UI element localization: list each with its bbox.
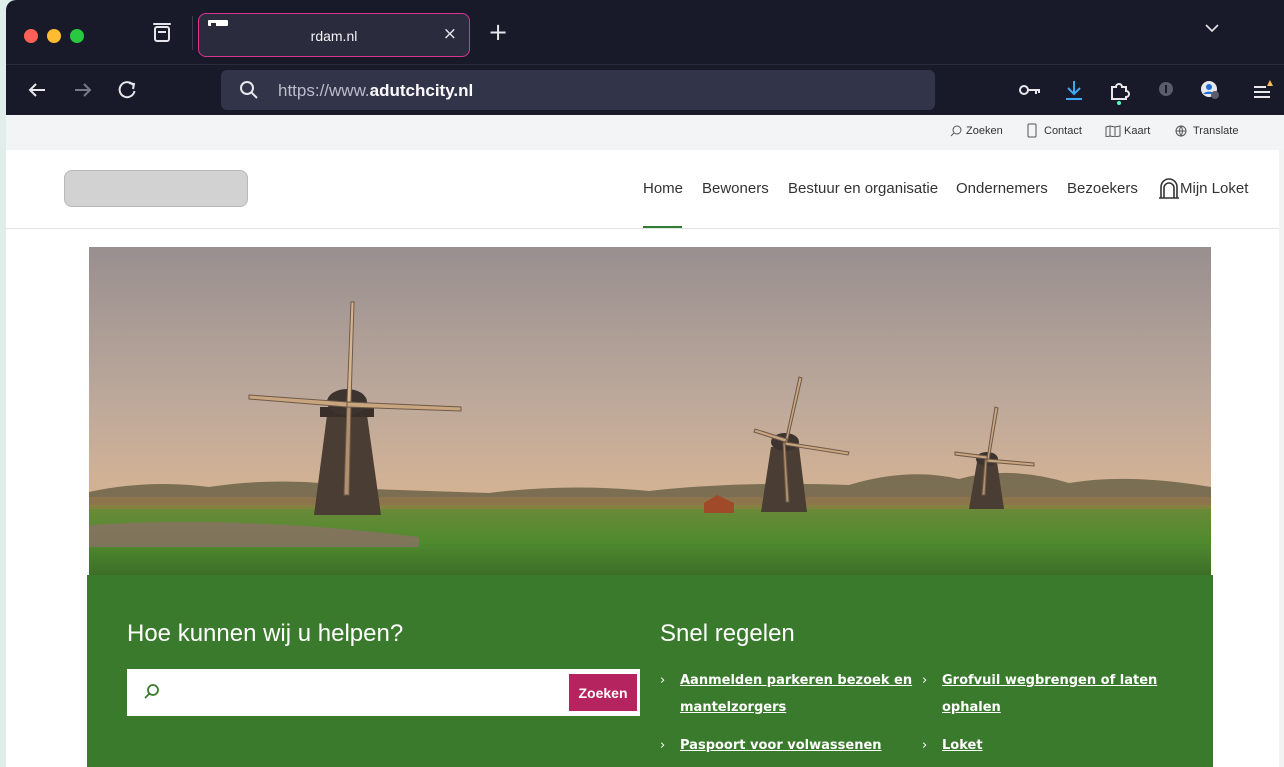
divider	[192, 16, 193, 50]
tab-active[interactable]: rdam.nl ×	[198, 13, 470, 57]
menu-item-bestuur[interactable]: Bestuur en organisatie	[788, 180, 938, 197]
reload-icon[interactable]	[116, 79, 138, 101]
new-tab-button[interactable]: +	[488, 20, 508, 44]
menu-active-indicator	[643, 226, 682, 228]
zoom-window-button[interactable]	[70, 29, 84, 43]
url-text[interactable]: https://www.adutchcity.nl	[278, 81, 473, 101]
help-heading: Hoe kunnen wij u helpen?	[127, 620, 404, 647]
hero-image	[89, 247, 1211, 580]
page-scrollbar[interactable]	[1279, 150, 1284, 767]
menu-item-bezoekers[interactable]: Bezoekers	[1067, 180, 1138, 197]
minimize-window-button[interactable]	[47, 29, 61, 43]
menu-item-home[interactable]: Home	[643, 180, 683, 197]
utility-map-link[interactable]: Kaart	[1124, 125, 1150, 137]
site-header: Home Bewoners Bestuur en organisatie Ond…	[6, 150, 1284, 229]
browser-window: rdam.nl × + https://www.adutchcity.nl Zo…	[6, 0, 1284, 767]
quick-heading: Snel regelen	[660, 620, 795, 647]
quick-link-label[interactable]: Grofvuil wegbrengen of laten	[942, 667, 1157, 694]
nav-bar: https://www.adutchcity.nl	[6, 64, 1284, 115]
tab-bar: rdam.nl × +	[6, 0, 1284, 64]
quick-link-label[interactable]: mantelzorgers	[680, 694, 786, 721]
tab-title: rdam.nl	[310, 28, 358, 44]
tab-close-icon[interactable]: ×	[443, 24, 457, 44]
help-panel: Hoe kunnen wij u helpen? Zoeken Snel reg…	[87, 575, 1213, 767]
mijn-loket-icon	[1159, 178, 1179, 199]
chevron-right-icon: ›	[660, 738, 666, 753]
back-icon[interactable]	[26, 79, 48, 101]
quick-link-grofvuil[interactable]: › Grofvuil wegbrengen of laten ophalen	[922, 667, 1182, 721]
globe-icon	[1175, 125, 1187, 137]
quick-link-label[interactable]: Aanmelden parkeren bezoek en	[680, 667, 912, 694]
privacy-icon[interactable]	[1156, 79, 1176, 99]
close-window-button[interactable]	[24, 29, 38, 43]
menu-item-mijn-loket[interactable]: Mijn Loket	[1180, 180, 1248, 197]
menu-item-ondernemers[interactable]: Ondernemers	[956, 180, 1048, 197]
menu-item-bewoners[interactable]: Bewoners	[702, 180, 769, 197]
utility-search-link[interactable]: Zoeken	[966, 125, 1003, 137]
quick-link-label[interactable]: ophalen	[942, 694, 1001, 721]
url-host: adutchcity.nl	[369, 81, 474, 100]
quick-link-paspoort[interactable]: › Paspoort voor volwassenen	[660, 732, 920, 759]
forward-icon[interactable]	[72, 79, 94, 101]
utility-contact-link[interactable]: Contact	[1044, 125, 1082, 137]
search-input[interactable]	[171, 677, 565, 709]
utility-translate-link[interactable]: Translate	[1193, 125, 1238, 137]
quick-link-parkeren[interactable]: › Aanmelden parkeren bezoek en mantelzor…	[660, 667, 920, 721]
quick-link-loket[interactable]: › Loket	[922, 732, 1182, 759]
search-icon	[144, 684, 159, 699]
site-logo[interactable]	[64, 170, 248, 207]
chevron-down-icon[interactable]	[1204, 20, 1220, 36]
url-scheme: https://www.	[278, 81, 370, 100]
search-icon	[950, 125, 962, 137]
url-bar[interactable]: https://www.adutchcity.nl	[221, 70, 935, 110]
search-icon	[240, 81, 258, 99]
favicon-icon	[208, 20, 228, 27]
quick-link-label[interactable]: Loket	[942, 732, 983, 759]
phone-icon	[1027, 123, 1037, 138]
search-box: Zoeken	[127, 669, 640, 716]
chevron-right-icon: ›	[922, 738, 928, 753]
quick-link-label[interactable]: Paspoort voor volwassenen	[680, 732, 882, 759]
utility-bar: Zoeken Contact Kaart Translate	[6, 115, 1284, 150]
key-icon[interactable]	[1018, 79, 1042, 101]
chevron-right-icon: ›	[660, 673, 666, 688]
search-button[interactable]: Zoeken	[569, 674, 637, 711]
tab-list-icon[interactable]	[153, 23, 171, 42]
map-icon	[1105, 125, 1121, 137]
extensions-icon[interactable]	[1108, 79, 1130, 105]
chevron-right-icon: ›	[922, 673, 928, 688]
menu-icon[interactable]	[1252, 79, 1274, 101]
account-icon[interactable]	[1199, 79, 1221, 101]
download-icon[interactable]	[1064, 79, 1084, 101]
